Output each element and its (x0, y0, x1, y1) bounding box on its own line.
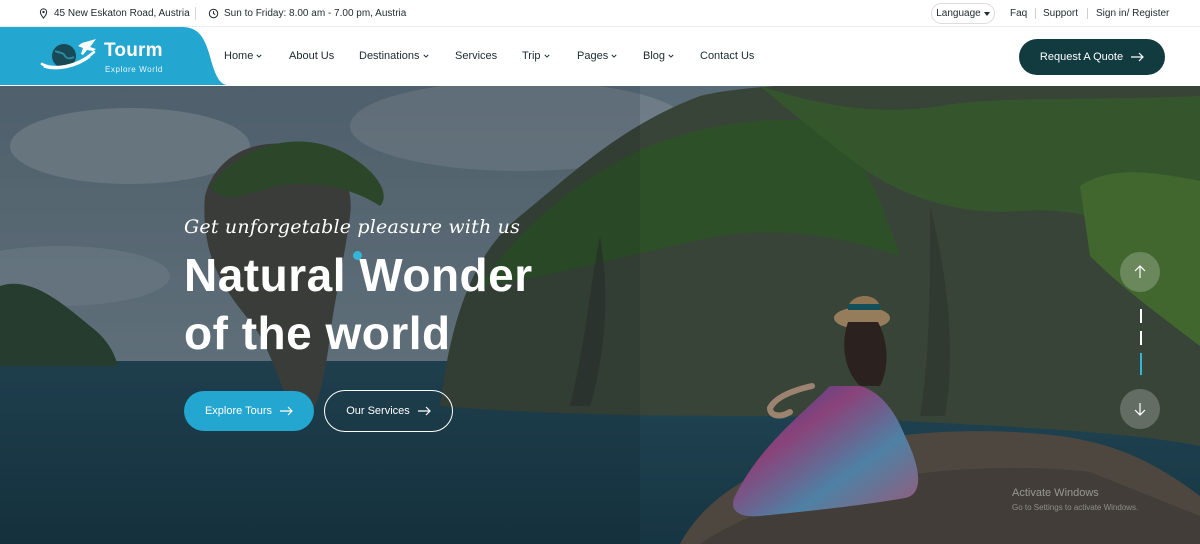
nav-item-services[interactable]: Services (455, 27, 497, 85)
pager-bar-active (1140, 353, 1142, 375)
support-link[interactable]: Support (1043, 0, 1078, 27)
plane-globe-logo (40, 39, 96, 70)
button-label: Explore Tours (204, 405, 273, 417)
hero-title: Natural Wonder of the world (184, 246, 533, 362)
nav-item-blog[interactable]: Blog (643, 27, 674, 85)
chevron-down-icon (256, 54, 262, 58)
nav-item-home[interactable]: Home (224, 27, 262, 85)
faq-link[interactable]: Faq (1010, 0, 1027, 27)
nav-label: Trip (522, 50, 541, 62)
slider-next-button[interactable] (1120, 389, 1160, 429)
main-header: Tourm Explore World Home About Us Destin… (0, 27, 1200, 85)
nav-label: Destinations (359, 50, 420, 62)
arrow-down-icon (1134, 403, 1146, 416)
request-quote-button[interactable]: Request A Quote (1019, 39, 1165, 75)
nav-item-about[interactable]: About Us (289, 27, 334, 85)
logo[interactable]: Tourm Explore World (0, 27, 228, 85)
button-label: Our Services (346, 405, 410, 417)
arrow-right-icon (280, 406, 293, 416)
button-label: Request A Quote (1039, 51, 1124, 63)
chevron-down-icon (422, 54, 429, 58)
nav-label: About Us (289, 50, 335, 62)
language-label: Language (936, 8, 981, 19)
hero-title-line-2: of the world (184, 307, 451, 359)
slider-pagination[interactable] (1140, 309, 1142, 375)
brand-name: Tourm (104, 40, 163, 61)
os-watermark-title: Activate Windows (1012, 487, 1099, 499)
pager-bar (1140, 309, 1142, 323)
nav-label: Home (224, 50, 254, 62)
caret-down-icon (983, 11, 990, 16)
brand-tagline: Explore World (105, 65, 163, 74)
chevron-down-icon (611, 54, 617, 58)
signin-register-link[interactable]: Sign in/ Register (1096, 0, 1169, 27)
nav-label: Contact Us (700, 50, 755, 62)
hero-section: Get unforgetable pleasure with us Natura… (0, 86, 1200, 544)
nav-item-pages[interactable]: Pages (577, 27, 617, 85)
hours-text: Sun to Friday: 8.00 am - 7.00 pm, Austri… (224, 8, 407, 19)
hero-background-image (0, 86, 1200, 544)
divider (195, 7, 196, 20)
arrow-right-icon (417, 406, 431, 416)
top-info-bar: 45 New Eskaton Road, Austria Sun to Frid… (0, 0, 1200, 27)
chevron-down-icon (543, 54, 550, 58)
address-text: 45 New Eskaton Road, Austria (54, 8, 190, 19)
address-info: 45 New Eskaton Road, Austria (38, 0, 190, 27)
hero-kicker-text: Get unforgetable pleasure with us (184, 216, 521, 238)
chevron-down-icon (668, 54, 674, 58)
slider-prev-button[interactable] (1120, 252, 1160, 292)
nav-label: Pages (577, 50, 609, 62)
divider (1035, 8, 1036, 19)
nav-label: Services (455, 50, 498, 62)
accent-dot (353, 251, 362, 260)
nav-label: Blog (643, 50, 666, 62)
nav-item-trip[interactable]: Trip (522, 27, 550, 85)
language-dropdown[interactable]: Language (931, 3, 995, 24)
arrow-up-icon (1134, 265, 1146, 278)
hours-info: Sun to Friday: 8.00 am - 7.00 pm, Austri… (208, 0, 406, 27)
os-watermark-subtitle: Go to Settings to activate Windows. (1012, 503, 1139, 512)
explore-tours-button[interactable]: Explore Tours (184, 391, 314, 431)
location-pin-icon (39, 8, 48, 19)
nav-item-contact[interactable]: Contact Us (700, 27, 754, 85)
our-services-button[interactable]: Our Services (324, 390, 453, 432)
arrow-right-icon (1131, 52, 1144, 62)
nav-item-destinations[interactable]: Destinations (359, 27, 429, 85)
clock-icon (208, 8, 219, 19)
pager-bar (1140, 331, 1142, 345)
divider (1087, 8, 1088, 19)
